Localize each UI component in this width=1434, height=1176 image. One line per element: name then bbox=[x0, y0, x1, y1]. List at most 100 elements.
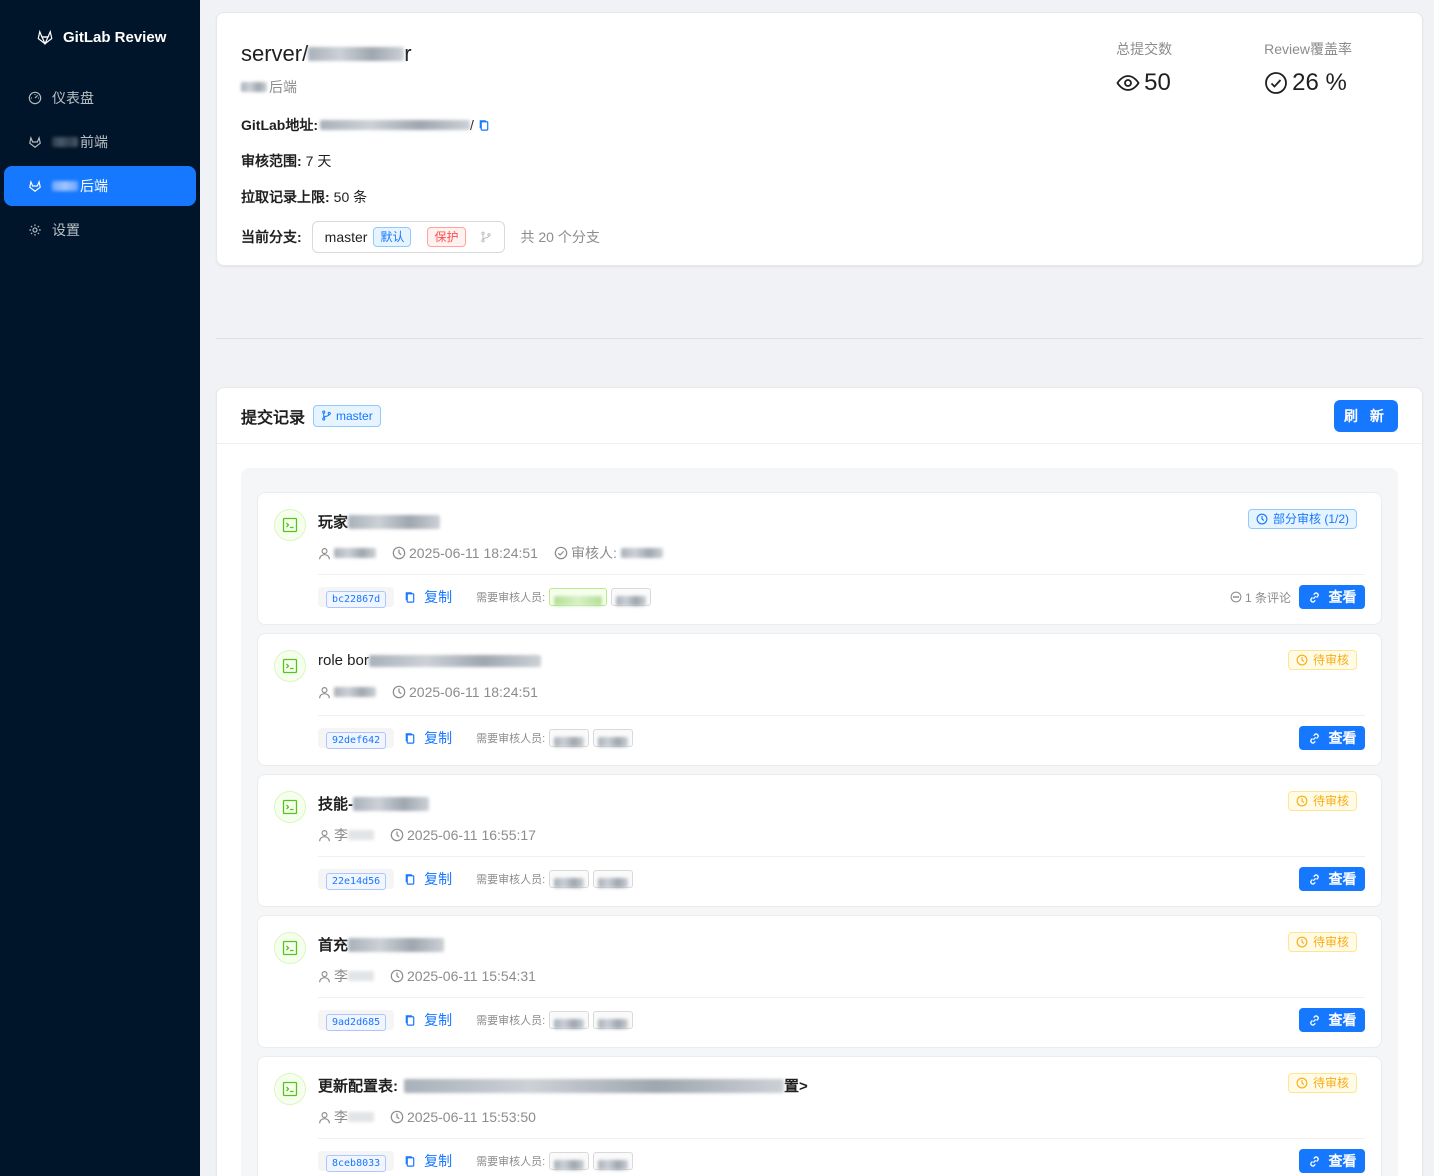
stat-value: 50 bbox=[1144, 69, 1171, 96]
section-divider bbox=[216, 338, 1423, 339]
clock-icon bbox=[390, 969, 404, 983]
clock-icon bbox=[390, 828, 404, 842]
commit-actions: 92def642 复制 需要审核人员: 查看 bbox=[318, 726, 1365, 750]
commit-item[interactable]: 玩家 2025-06-11 18:24:51 审核人: 部分审核 (1/2) b… bbox=[257, 492, 1382, 625]
commit-hash-wrap: 22e14d56 bbox=[318, 869, 395, 890]
sidebar-item-backend[interactable]: 后端 bbox=[4, 166, 196, 206]
commit-item[interactable]: 更新配置表: 置> 李 2025-06-11 15:53:50 待审核 8ceb8… bbox=[257, 1056, 1382, 1176]
stat-label: Review覆盖率 bbox=[1264, 41, 1352, 57]
view-button[interactable]: 查看 bbox=[1299, 1008, 1365, 1032]
commit-title-text: 玩家 bbox=[318, 514, 349, 531]
clock-icon bbox=[1296, 795, 1308, 807]
copy-icon bbox=[405, 732, 415, 744]
redacted-text bbox=[353, 796, 429, 811]
commit-hash[interactable]: bc22867d bbox=[326, 591, 387, 608]
view-button[interactable]: 查看 bbox=[1299, 1149, 1365, 1173]
status-badge: 待审核 bbox=[1287, 650, 1357, 670]
reviewer-chip bbox=[593, 1152, 634, 1171]
divider bbox=[318, 1138, 1365, 1139]
gitlab-icon bbox=[28, 179, 42, 193]
terminal-icon bbox=[274, 509, 306, 541]
sidebar-item-settings[interactable]: 设置 bbox=[4, 210, 196, 250]
user-icon bbox=[319, 1111, 330, 1123]
view-button[interactable]: 查看 bbox=[1299, 867, 1365, 891]
check-circle-icon bbox=[554, 546, 568, 560]
link-icon bbox=[1309, 732, 1319, 744]
commit-meta: 李 2025-06-11 15:54:31 bbox=[318, 966, 536, 986]
redacted-text bbox=[52, 181, 78, 191]
commit-item[interactable]: 技能- 李 2025-06-11 16:55:17 待审核 22e14d56 复… bbox=[257, 774, 1382, 907]
commit-hash-wrap: bc22867d bbox=[318, 587, 395, 608]
reviewer-chip bbox=[593, 870, 634, 889]
branch-select-value: master bbox=[324, 229, 368, 245]
divider bbox=[318, 856, 1365, 857]
redacted-url[interactable] bbox=[320, 120, 470, 130]
sidebar-item-frontend[interactable]: 前端 bbox=[4, 122, 196, 162]
clock-icon bbox=[390, 1110, 404, 1124]
copy-button[interactable]: 复制 bbox=[404, 1010, 452, 1030]
commit-actions: bc22867d 复制 需要审核人员: 1 条评论 查看 bbox=[318, 585, 1365, 609]
commit-title[interactable]: 首充 bbox=[318, 934, 445, 955]
branch-select[interactable]: master 默认 保护 bbox=[311, 221, 505, 253]
comment-count-text: 1 条评论 bbox=[1244, 590, 1291, 605]
commit-hash[interactable]: 8ceb8033 bbox=[326, 1155, 387, 1172]
author-name bbox=[334, 548, 376, 558]
commit-item[interactable]: role bor 2025-06-11 18:24:51 待审核 92def64… bbox=[257, 633, 1382, 766]
status-badge: 待审核 bbox=[1287, 791, 1357, 811]
copy-button[interactable]: 复制 bbox=[404, 728, 452, 748]
app-title: GitLab Review bbox=[63, 28, 167, 46]
review-range-row: 审核范围: 7 天 bbox=[241, 151, 1398, 171]
copy-button[interactable]: 复制 bbox=[404, 869, 452, 889]
commit-title-text: 技能- bbox=[318, 796, 353, 813]
redacted-text bbox=[404, 1078, 784, 1093]
terminal-icon bbox=[274, 1073, 306, 1105]
commit-actions: 22e14d56 复制 需要审核人员: 查看 bbox=[318, 867, 1365, 891]
view-button[interactable]: 查看 bbox=[1299, 585, 1365, 609]
copy-icon[interactable] bbox=[478, 119, 490, 132]
stat-total-commits: 总提交数 50 bbox=[1116, 39, 1172, 97]
gitlab-url-row: GitLab地址: / bbox=[241, 115, 1398, 135]
link-icon bbox=[1309, 873, 1319, 885]
gitlab-url-tail[interactable]: / bbox=[470, 117, 474, 133]
commit-hash[interactable]: 9ad2d685 bbox=[326, 1014, 387, 1031]
clock-icon bbox=[392, 546, 406, 560]
author-name: 李 bbox=[334, 1109, 348, 1125]
sidebar-item-dashboard[interactable]: 仪表盘 bbox=[4, 78, 196, 118]
reviewers-label: 需要审核人员: bbox=[476, 1015, 546, 1027]
commit-title[interactable]: 更新配置表: 置> bbox=[318, 1075, 808, 1096]
refresh-button[interactable]: 刷 新 bbox=[1334, 399, 1398, 432]
author-name: 李 bbox=[334, 827, 348, 843]
commit-title[interactable]: 技能- bbox=[318, 793, 429, 814]
commit-title[interactable]: 玩家 bbox=[318, 511, 441, 532]
copy-button[interactable]: 复制 bbox=[404, 587, 452, 607]
project-title-prefix: server/ bbox=[241, 41, 309, 66]
dashboard-icon bbox=[28, 91, 42, 105]
divider bbox=[318, 715, 1365, 716]
commit-item[interactable]: 首充 李 2025-06-11 15:54:31 待审核 9ad2d685 复制… bbox=[257, 915, 1382, 1048]
commit-title-text: role bor bbox=[318, 652, 369, 669]
commit-hash[interactable]: 92def642 bbox=[326, 732, 387, 749]
view-label: 查看 bbox=[1328, 589, 1357, 605]
fetch-limit-label: 拉取记录上限: bbox=[241, 189, 330, 205]
gitlab-icon bbox=[37, 29, 53, 46]
copy-button[interactable]: 复制 bbox=[404, 1151, 452, 1171]
branch-icon bbox=[480, 231, 492, 243]
clock-icon bbox=[1296, 936, 1308, 948]
comment-count[interactable]: 1 条评论 bbox=[1230, 589, 1291, 606]
reviewer-chip bbox=[549, 588, 608, 607]
commit-meta: 李 2025-06-11 15:53:50 bbox=[318, 1107, 536, 1127]
commit-hash[interactable]: 22e14d56 bbox=[326, 873, 387, 890]
sidebar: GitLab Review 仪表盘 前端 后端 设置 bbox=[0, 0, 200, 1176]
app-logo[interactable]: GitLab Review bbox=[0, 0, 200, 74]
branch-row: 当前分支: master 默认 保护 共 20 个分支 bbox=[241, 221, 1398, 253]
commit-title[interactable]: role bor bbox=[318, 652, 541, 669]
view-button[interactable]: 查看 bbox=[1299, 726, 1365, 750]
status-text: 待审核 bbox=[1312, 794, 1349, 808]
redacted-text bbox=[348, 971, 374, 981]
copy-icon bbox=[405, 873, 415, 885]
clock-icon bbox=[1296, 654, 1308, 666]
stat-value: 26 % bbox=[1292, 69, 1347, 96]
commit-meta: 李 2025-06-11 16:55:17 bbox=[318, 825, 536, 845]
eye-icon bbox=[1116, 75, 1140, 91]
comment-icon bbox=[1230, 591, 1242, 603]
